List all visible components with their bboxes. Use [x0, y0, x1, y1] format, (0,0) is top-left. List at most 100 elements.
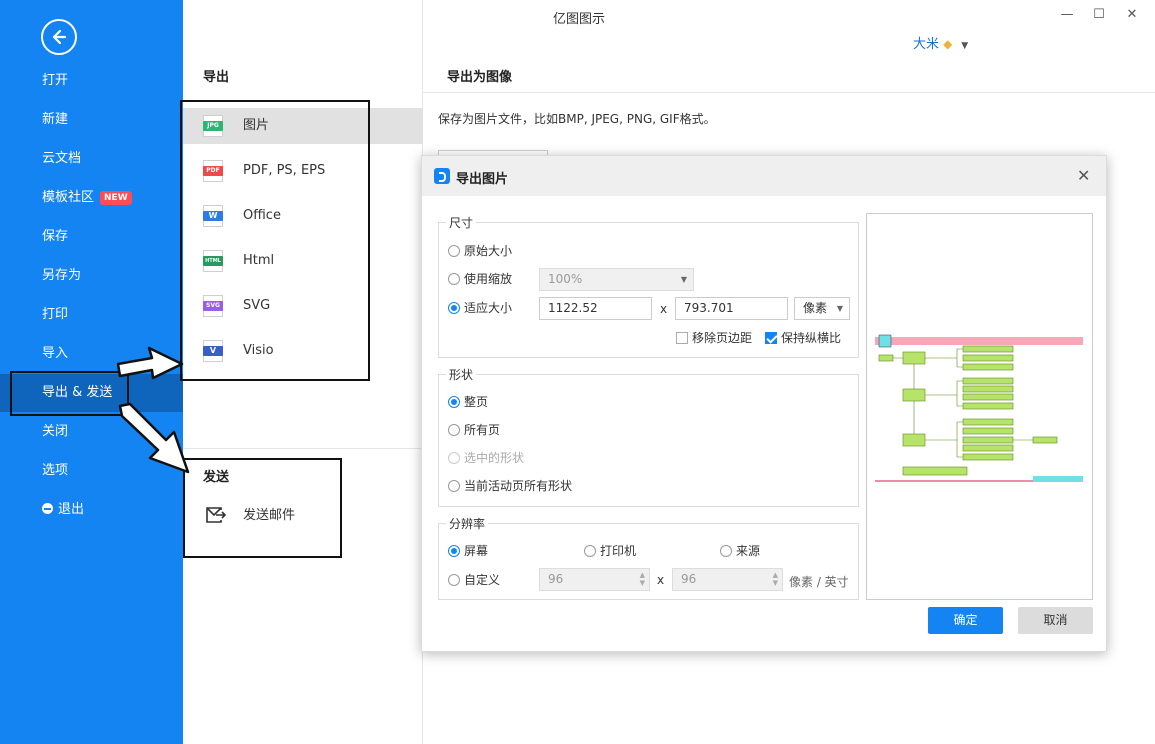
export-image-dialog: 导出图片 ✕ 尺寸 原始大小 使用缩放 100% ▼ 适应大小 1122.52 x…	[421, 155, 1107, 652]
radio-icon	[448, 480, 460, 492]
width-input[interactable]: 1122.52	[539, 297, 652, 320]
sidebar-item-label: 选项	[42, 463, 69, 478]
radio-whole-page[interactable]: 整页	[448, 394, 488, 410]
panel-divider	[183, 448, 423, 449]
sidebar-item-save[interactable]: 保存	[0, 218, 183, 256]
radio-printer[interactable]: 打印机	[584, 543, 636, 559]
sidebar-item-label: 云文档	[42, 151, 82, 166]
diagram-thumbnail	[875, 334, 1083, 482]
user-menu[interactable]: 大米 ◆ ▼	[913, 33, 968, 52]
radio-icon	[448, 245, 460, 257]
annotation-arrow-down-icon	[118, 402, 190, 474]
unit-value: 像素	[803, 301, 828, 315]
sidebar-item-template-community[interactable]: 模板社区 NEW	[0, 179, 183, 217]
chevron-down-icon: ▼	[961, 41, 969, 51]
radio-original-size[interactable]: 原始大小	[448, 243, 512, 259]
dpi-x-stepper[interactable]: 96 ▲ ▼	[539, 568, 650, 591]
radio-icon	[448, 302, 460, 314]
cancel-button[interactable]: 取消	[1018, 607, 1093, 634]
sidebar-item-exit[interactable]: 退出	[0, 491, 183, 529]
maximize-button[interactable]: ☐	[1084, 4, 1114, 26]
stepper-arrows-icon: ▲ ▼	[772, 571, 778, 587]
radio-label: 来源	[736, 544, 761, 558]
radio-selected-shapes[interactable]: 选中的形状	[448, 450, 524, 466]
app-title: 亿图图示	[553, 12, 606, 27]
radio-label: 适应大小	[464, 301, 513, 315]
radio-fit-size[interactable]: 适应大小	[448, 300, 512, 316]
ok-button[interactable]: 确定	[928, 607, 1003, 634]
export-section-title: 导出	[203, 70, 230, 85]
size-group-label: 尺寸	[446, 214, 477, 231]
radio-all-pages[interactable]: 所有页	[448, 422, 500, 438]
sidebar-item-label: 打印	[42, 307, 69, 322]
resolution-group-label: 分辨率	[446, 515, 489, 532]
content-separator	[423, 92, 1155, 93]
radio-label: 使用缩放	[464, 272, 513, 286]
radio-icon	[448, 273, 460, 285]
app-logo-icon	[434, 168, 450, 184]
dpi-y-stepper[interactable]: 96 ▲ ▼	[672, 568, 783, 591]
radio-icon	[448, 424, 460, 436]
exit-icon	[42, 503, 53, 514]
close-icon[interactable]: ✕	[1077, 168, 1090, 184]
radio-icon	[720, 545, 732, 557]
checkbox-label: 保持纵横比	[781, 331, 842, 345]
radio-label: 整页	[464, 395, 489, 409]
radio-label: 当前活动页所有形状	[464, 479, 573, 493]
dpi-y-value: 96	[681, 572, 697, 586]
radio-label: 所有页	[464, 423, 501, 437]
checkbox-icon	[676, 332, 688, 344]
close-window-button[interactable]: ✕	[1117, 4, 1147, 26]
sidebar-item-label: 模板社区	[42, 190, 95, 205]
sidebar-item-label: 打开	[42, 73, 69, 88]
radio-icon	[448, 545, 460, 557]
radio-label: 选中的形状	[464, 451, 525, 465]
chevron-down-icon: ▼	[680, 275, 687, 284]
keep-ratio-checkbox[interactable]: 保持纵横比	[765, 330, 841, 346]
content-title: 导出为图像	[447, 70, 513, 85]
radio-screen[interactable]: 屏幕	[448, 543, 488, 559]
sidebar-item-label: 关闭	[42, 424, 69, 439]
user-name: 大米	[913, 37, 940, 52]
back-arrow-icon[interactable]	[41, 19, 77, 55]
content-description: 保存为图片文件，比如BMP, JPEG, PNG, GIF格式。	[438, 112, 716, 126]
times-sign: x	[657, 573, 665, 587]
chevron-down-icon: ▼	[836, 304, 843, 313]
dpi-unit-label: 像素 / 英寸	[789, 575, 849, 589]
sidebar-item-open[interactable]: 打开	[0, 62, 183, 100]
minimize-button[interactable]: —	[1052, 4, 1082, 26]
radio-use-zoom[interactable]: 使用缩放	[448, 271, 512, 287]
checkbox-checked-icon	[765, 332, 777, 344]
sidebar-item-label: 导入	[42, 346, 69, 361]
radio-icon	[448, 574, 460, 586]
sidebar-item-label: 另存为	[42, 268, 82, 283]
unit-select[interactable]: 像素 ▼	[794, 297, 850, 320]
dialog-header: 导出图片 ✕	[422, 156, 1106, 196]
sidebar-item-label: 保存	[42, 229, 69, 244]
remove-margin-checkbox[interactable]: 移除页边距	[676, 330, 752, 346]
height-input[interactable]: 793.701	[675, 297, 788, 320]
zoom-select[interactable]: 100% ▼	[539, 268, 694, 291]
zoom-value: 100%	[548, 272, 583, 286]
sidebar-item-label: 新建	[42, 112, 69, 127]
image-preview	[866, 213, 1093, 600]
sidebar-item-print[interactable]: 打印	[0, 296, 183, 334]
stepper-arrows-icon: ▲ ▼	[639, 571, 645, 587]
sidebar-item-cloud-docs[interactable]: 云文档	[0, 140, 183, 178]
sidebar-item-save-as[interactable]: 另存为	[0, 257, 183, 295]
annotation-box-send	[183, 458, 342, 558]
annotation-box-export-list	[180, 100, 370, 381]
radio-label: 屏幕	[464, 544, 489, 558]
checkbox-label: 移除页边距	[692, 331, 753, 345]
dpi-x-value: 96	[548, 572, 564, 586]
sidebar-item-new[interactable]: 新建	[0, 101, 183, 139]
shape-group-label: 形状	[446, 366, 477, 383]
vip-diamond-icon: ◆	[943, 37, 953, 51]
radio-label: 自定义	[464, 573, 501, 587]
radio-current-page-shapes[interactable]: 当前活动页所有形状	[448, 478, 572, 494]
radio-label: 原始大小	[464, 244, 513, 258]
times-sign: x	[660, 302, 668, 316]
radio-label: 打印机	[600, 544, 637, 558]
radio-custom[interactable]: 自定义	[448, 572, 500, 588]
radio-source[interactable]: 来源	[720, 543, 760, 559]
